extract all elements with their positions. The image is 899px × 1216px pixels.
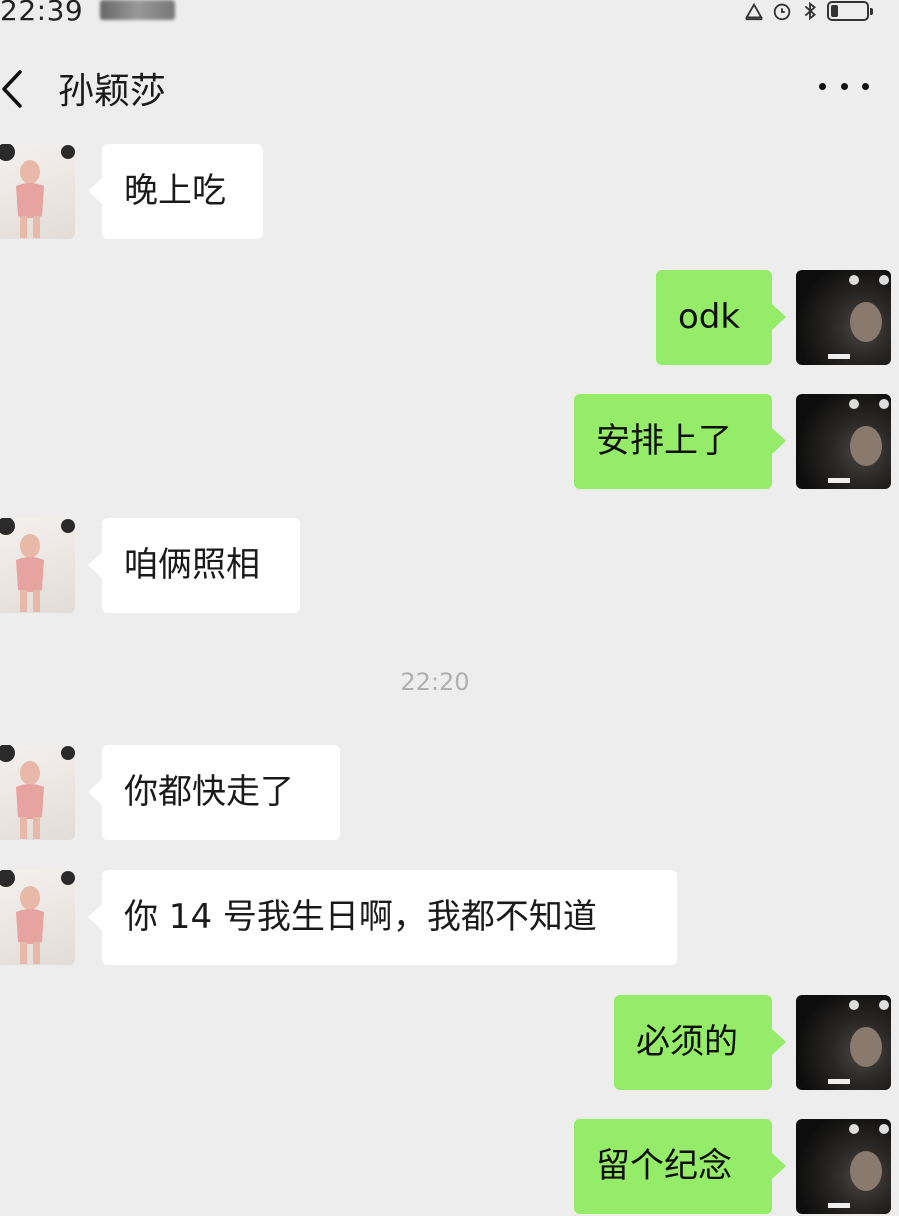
self-avatar[interactable]: [796, 270, 891, 365]
contact-avatar[interactable]: [0, 144, 75, 239]
contact-avatar[interactable]: [0, 518, 75, 613]
more-dots-icon[interactable]: [819, 66, 869, 106]
message-bubble[interactable]: 留个纪念: [574, 1119, 786, 1214]
message-bubble[interactable]: 安排上了: [574, 394, 786, 489]
contact-avatar[interactable]: [0, 870, 75, 965]
message-bubble[interactable]: odk: [656, 270, 786, 365]
battery-icon: [827, 1, 873, 21]
self-avatar-image: [828, 275, 889, 359]
message-bubble[interactable]: 晚上吃: [88, 144, 263, 239]
message-bubble[interactable]: 咱俩照相: [88, 518, 300, 613]
self-avatar-image: [828, 399, 889, 483]
chat-header: 孙颖莎: [0, 34, 899, 142]
message-timestamp: 22:20: [400, 668, 470, 696]
status-time: 22:39: [0, 0, 84, 27]
contact-avatar-image: [0, 745, 75, 839]
status-bar: 22:39: [0, 0, 899, 34]
dot: [862, 82, 869, 90]
blurred-status-text: [100, 0, 175, 20]
self-avatar[interactable]: [796, 1119, 891, 1214]
self-avatar-image: [828, 1000, 889, 1084]
message-bubble[interactable]: 你都快走了: [88, 745, 340, 840]
message-bubble[interactable]: 你 14 号我生日啊，我都不知道: [88, 870, 677, 965]
self-avatar[interactable]: [796, 394, 891, 489]
battery-level: [831, 5, 838, 17]
self-avatar-image: [828, 1124, 889, 1208]
contact-avatar-image: [0, 870, 75, 964]
message-bubble[interactable]: 必须的: [614, 995, 786, 1090]
notification-icon: [745, 2, 763, 21]
status-icons: [743, 0, 873, 24]
bluetooth-icon: [804, 1, 816, 21]
contact-avatar[interactable]: [0, 745, 75, 840]
chat-title: 孙颖莎: [58, 71, 167, 112]
alarm-icon: [773, 3, 791, 21]
contact-avatar-image: [0, 144, 75, 238]
dot: [819, 82, 826, 90]
contact-avatar-image: [0, 518, 75, 612]
dot: [840, 82, 848, 90]
self-avatar[interactable]: [796, 995, 891, 1090]
chevron-left-icon[interactable]: [0, 64, 30, 114]
